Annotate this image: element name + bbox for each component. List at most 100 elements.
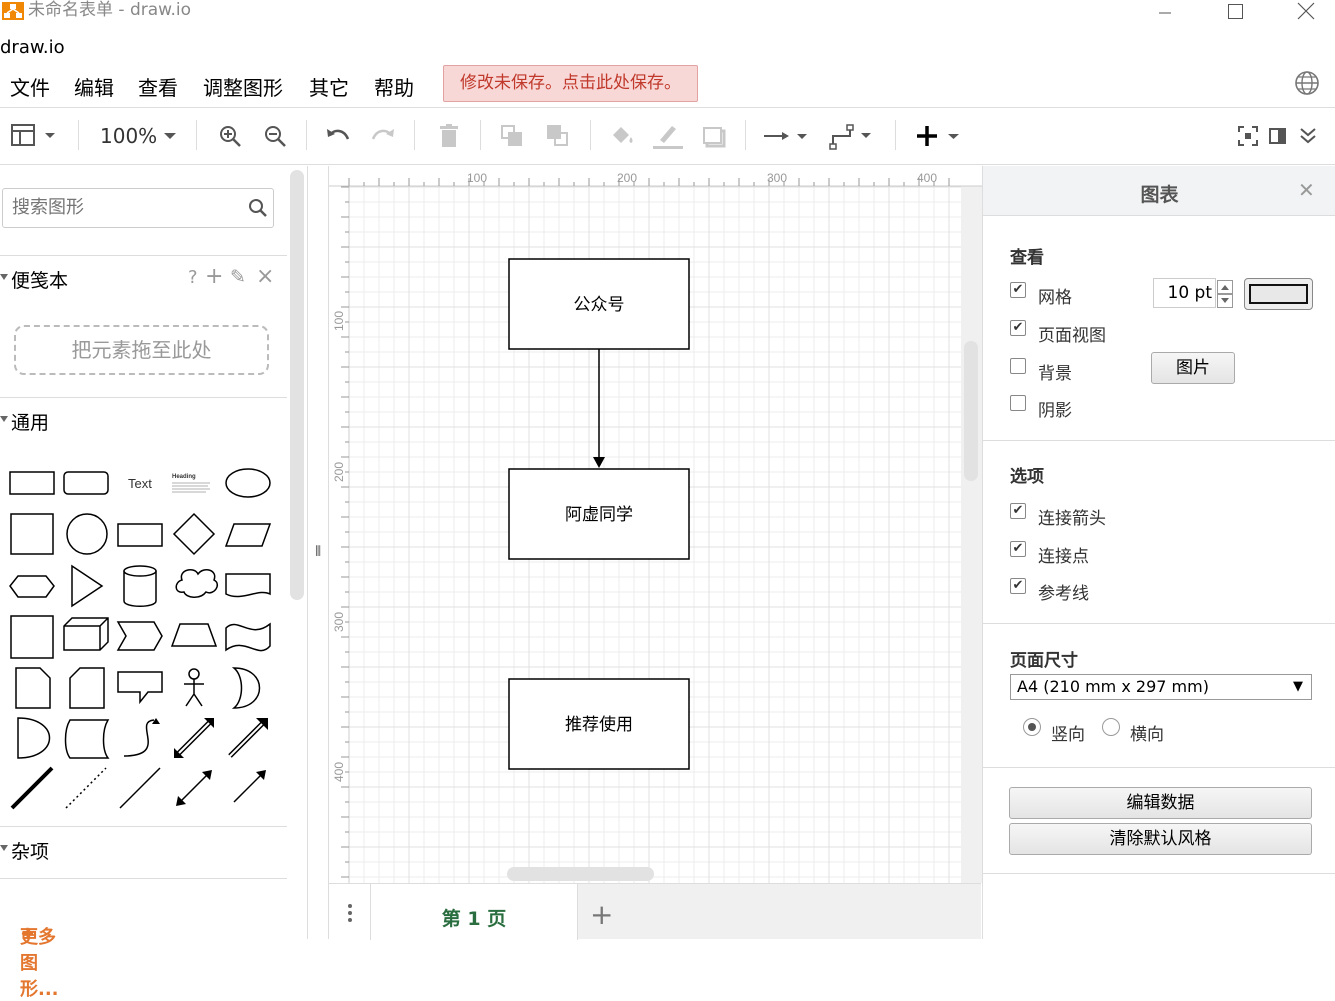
maximize-icon [1228, 4, 1243, 19]
ruler-left-label: 400 [332, 762, 346, 782]
shape-line-dotted [65, 767, 107, 809]
shape-line-thick [10, 766, 54, 810]
fullscreen-button[interactable] [1236, 121, 1260, 151]
zoom-out-button[interactable] [260, 121, 290, 151]
undo-button[interactable] [323, 121, 353, 151]
shape-bidirectional-connector [179, 773, 209, 803]
add-icon[interactable]: + [205, 264, 223, 289]
unsaved-changes-button[interactable]: 修改未保存。点击此处保存。 [443, 65, 698, 102]
shape-textbox: Heading [172, 474, 196, 480]
grid-color-button[interactable] [1244, 278, 1313, 310]
menu-arrange[interactable]: 调整图形 [203, 72, 283, 101]
view-section-title: 查看 [1010, 248, 1044, 268]
options-section: 选项 ✔ 连接箭头 ✔ 连接点 ✔ 参考线 [983, 441, 1335, 624]
menu-file[interactable]: 文件 [10, 72, 50, 101]
waypoints-button[interactable] [828, 121, 878, 151]
shape-delay [17, 717, 51, 759]
edit-data-button[interactable]: 编辑数据 [1009, 787, 1312, 819]
app-name: draw.io [0, 37, 65, 58]
connection-style-button[interactable] [760, 121, 814, 151]
line-color-button[interactable] [651, 121, 685, 151]
guides-checkbox[interactable]: ✔ [1010, 578, 1026, 594]
landscape-radio[interactable] [1102, 718, 1120, 736]
scratchpad-header[interactable]: 便笺本 ? + ✎ × [0, 255, 287, 299]
close-icon[interactable]: × [256, 264, 274, 289]
shape-directional-connector [233, 773, 263, 803]
close-panel-icon[interactable]: ✕ [1298, 178, 1315, 202]
add-page-icon[interactable]: + [590, 898, 613, 931]
search-icon[interactable] [247, 197, 269, 219]
background-label: 背景 [1038, 364, 1072, 384]
search-shapes-input[interactable] [12, 189, 242, 225]
shadow-button[interactable] [699, 121, 729, 151]
help-icon[interactable]: ? [188, 267, 198, 288]
grid-checkbox[interactable]: ✔ [1010, 282, 1026, 298]
pages-menu-button[interactable] [329, 884, 371, 940]
language-globe-icon[interactable] [1294, 70, 1320, 96]
fill-color-button[interactable] [607, 121, 637, 151]
page-view-checkbox[interactable]: ✔ [1010, 320, 1026, 336]
zoom-level[interactable]: 100% [100, 124, 157, 148]
page-size-select[interactable]: A4 (210 mm x 297 mm) ▼ [1010, 674, 1312, 700]
scratchpad-dropzone[interactable]: 把元素拖至此处 [14, 325, 269, 375]
ruler-top-label: 300 [767, 171, 787, 185]
delete-button[interactable] [434, 121, 464, 151]
more-shapes-button[interactable]: + 更多图形... [0, 878, 287, 1000]
maximize-button[interactable] [1212, 0, 1258, 22]
diagram-canvas[interactable]: 100 200 300 400 100 200 300 400 公众号 阿虚同学… [309, 166, 982, 883]
zoom-dropdown-icon[interactable] [160, 121, 180, 151]
toggle-panel-button[interactable] [1267, 121, 1289, 151]
insert-button[interactable] [912, 121, 964, 151]
to-front-icon [501, 125, 522, 146]
shape-document [225, 573, 271, 598]
misc-header[interactable]: 杂项 [0, 826, 287, 870]
to-back-icon [547, 125, 568, 146]
shape-cube [63, 617, 109, 651]
shape-text: Text [128, 476, 152, 491]
page-size-value: A4 (210 mm x 297 mm) [1017, 677, 1209, 696]
portrait-label: 竖向 [1051, 725, 1085, 745]
grid-size-input[interactable]: 10 pt [1153, 278, 1216, 308]
node-gongzhonghao[interactable]: 公众号 [508, 258, 690, 350]
shapes-scrollbar[interactable] [290, 170, 304, 600]
shadow-checkbox[interactable] [1010, 395, 1026, 411]
format-panel-icon [11, 124, 55, 146]
panel-splitter[interactable]: ⦀ [309, 166, 329, 939]
menu-view[interactable]: 查看 [138, 72, 178, 101]
grid-size-stepper[interactable] [1217, 280, 1233, 308]
menu-edit[interactable]: 编辑 [74, 72, 114, 101]
canvas-horizontal-scrollbar[interactable] [507, 867, 654, 881]
shape-card [69, 667, 105, 709]
background-checkbox[interactable] [1010, 358, 1026, 374]
node-axu[interactable]: 阿虚同学 [508, 468, 690, 560]
window-title: 未命名表单 - draw.io [28, 0, 192, 20]
edit-icon[interactable]: ✎ [230, 266, 246, 288]
shape-actor [184, 668, 204, 707]
portrait-radio[interactable] [1023, 718, 1041, 736]
collapse-toolbar-button[interactable] [1296, 121, 1320, 151]
clear-default-style-button[interactable]: 清除默认风格 [1009, 823, 1312, 855]
shape-step [116, 621, 163, 651]
menu-help[interactable]: 帮助 [374, 72, 414, 101]
connection-points-checkbox[interactable]: ✔ [1010, 541, 1026, 557]
zoom-in-button[interactable] [215, 121, 245, 151]
minimize-button[interactable] [1142, 0, 1188, 22]
to-front-button[interactable] [497, 121, 527, 151]
tab-page-1[interactable]: 第 1 页 [371, 884, 578, 940]
format-panel-button[interactable] [8, 121, 60, 151]
connection-arrows-checkbox[interactable]: ✔ [1010, 503, 1026, 519]
general-header[interactable]: 通用 [0, 397, 287, 441]
to-back-button[interactable] [543, 121, 573, 151]
close-window-button[interactable] [1283, 0, 1329, 22]
shadow-label: 阴影 [1038, 401, 1072, 421]
landscape-label: 横向 [1130, 725, 1164, 745]
menu-extras[interactable]: 其它 [309, 72, 349, 101]
node-label: 公众号 [574, 295, 625, 315]
node-recommend[interactable]: 推荐使用 [508, 678, 690, 770]
ruler-top-label: 100 [467, 171, 487, 185]
shape-tape [225, 622, 271, 652]
background-image-button[interactable]: 图片 [1151, 352, 1235, 384]
redo-button[interactable] [368, 121, 398, 151]
canvas-vertical-scrollbar[interactable] [964, 341, 978, 481]
canvas-surface[interactable]: 100 200 300 400 100 200 300 400 公众号 阿虚同学… [309, 166, 982, 883]
